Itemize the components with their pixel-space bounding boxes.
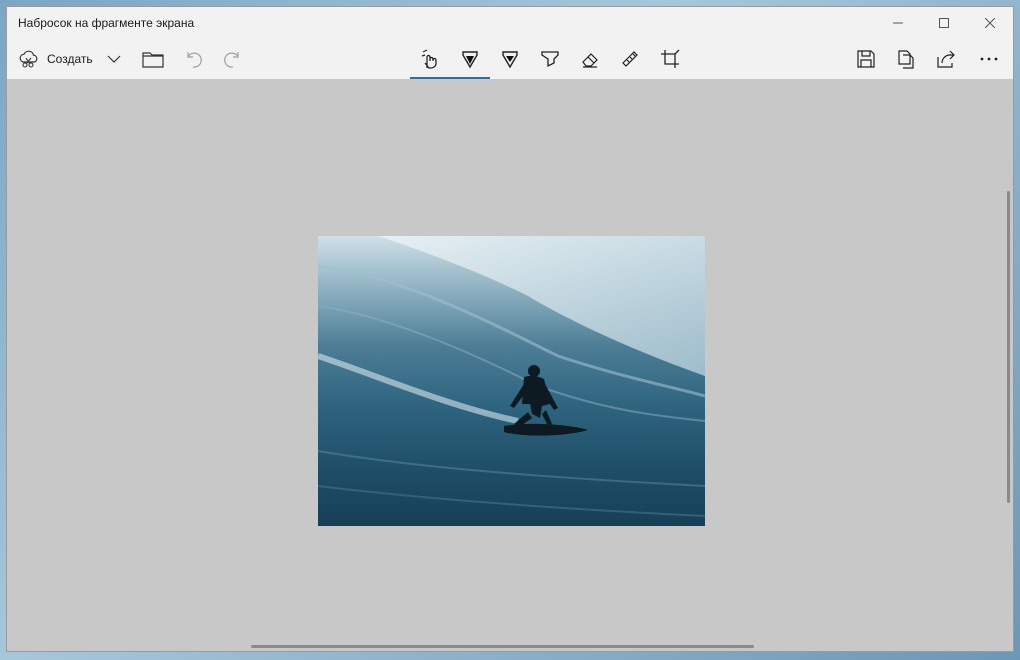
pencil-icon — [502, 51, 518, 69]
surfer-on-wave-image — [318, 236, 705, 517]
save-icon — [857, 50, 875, 68]
maximize-button[interactable] — [921, 7, 967, 39]
crop-button[interactable] — [650, 41, 690, 77]
new-snip-dropdown[interactable] — [99, 41, 129, 77]
title-bar: Набросок на фрагменте экрана — [7, 7, 1013, 41]
redo-button[interactable] — [213, 41, 253, 77]
ruler-icon — [622, 51, 638, 67]
highlighter-icon — [541, 51, 559, 68]
drawing-canvas[interactable] — [7, 79, 1013, 651]
new-snip-button[interactable]: Создать — [13, 41, 101, 77]
undo-icon — [187, 52, 202, 68]
horizontal-scrollbar[interactable] — [251, 645, 754, 648]
undo-button[interactable] — [173, 41, 213, 77]
share-icon — [937, 50, 955, 68]
ruler-button[interactable] — [610, 41, 650, 77]
more-button[interactable] — [969, 41, 1009, 77]
close-icon — [985, 18, 995, 28]
new-snip-icon — [19, 50, 38, 68]
vertical-scrollbar[interactable] — [1007, 191, 1010, 503]
chevron-down-icon — [107, 55, 121, 63]
pencil-button[interactable] — [490, 41, 530, 77]
app-window: Набросок на фрагменте экрана Создать — [6, 6, 1014, 652]
folder-icon — [142, 52, 164, 68]
eraser-icon — [582, 53, 598, 68]
more-icon — [980, 57, 998, 61]
ballpoint-pen-icon — [462, 51, 478, 69]
screenshot-image — [318, 236, 705, 526]
new-snip-label: Создать — [47, 52, 93, 66]
close-button[interactable] — [967, 7, 1013, 39]
minimize-icon — [893, 22, 903, 24]
touch-writing-icon — [421, 49, 437, 69]
save-button[interactable] — [846, 41, 886, 77]
toolbar: Создать — [7, 41, 1013, 79]
maximize-icon — [939, 18, 949, 28]
minimize-button[interactable] — [875, 7, 921, 39]
open-file-button[interactable] — [133, 41, 173, 77]
copy-button[interactable] — [886, 41, 926, 77]
eraser-button[interactable] — [570, 41, 610, 77]
window-title: Набросок на фрагменте экрана — [18, 16, 195, 30]
share-button[interactable] — [926, 41, 966, 77]
highlighter-button[interactable] — [530, 41, 570, 77]
touch-writing-button[interactable] — [410, 41, 450, 77]
ballpoint-pen-button[interactable] — [450, 41, 490, 77]
crop-icon — [661, 49, 680, 68]
redo-icon — [224, 52, 239, 68]
copy-icon — [898, 50, 914, 69]
